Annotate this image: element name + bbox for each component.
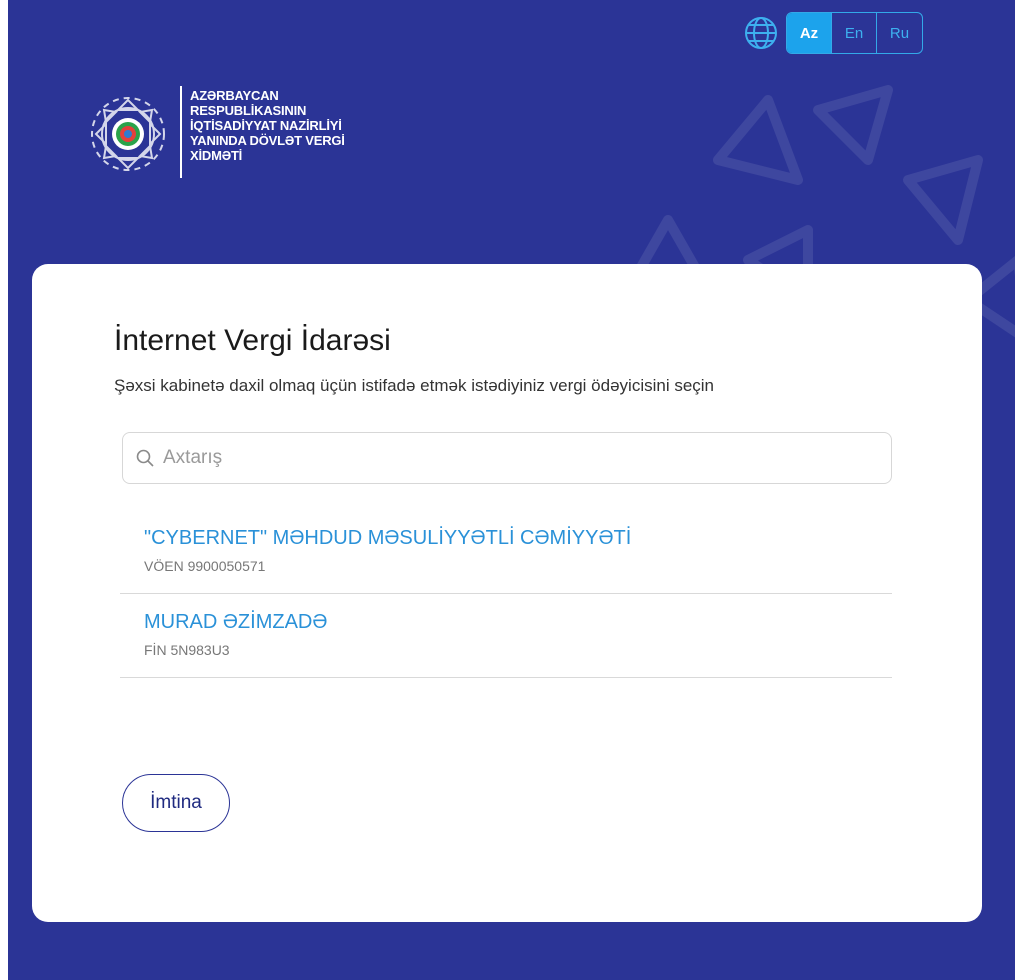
taxpayer-selection-card: İnternet Vergi İdarəsi Şəxsi kabinetə da… — [32, 264, 982, 922]
org-name-line: YANINDA DÖVLƏT VERGİ — [190, 133, 345, 148]
globe-icon[interactable] — [744, 16, 778, 50]
taxpayer-name[interactable]: MURAD ƏZİMZADƏ — [144, 610, 892, 634]
org-name-line: XİDMƏTİ — [190, 148, 243, 163]
organization-logo[interactable]: AZƏRBAYCAN RESPUBLİKASININ İQTİSADİYYAT … — [80, 86, 345, 182]
search-icon — [136, 449, 154, 467]
page-subtitle: Şəxsi kabinetə daxil olmaq üçün istifadə… — [114, 376, 715, 395]
state-emblem-logo — [91, 97, 165, 171]
taxpayer-name[interactable]: "CYBERNET" MƏHDUD MƏSULİYYƏTLİ CƏMİYYƏTİ — [144, 526, 892, 550]
taxpayer-item[interactable]: "CYBERNET" MƏHDUD MƏSULİYYƏTLİ CƏMİYYƏTİ… — [120, 508, 892, 594]
language-az-button[interactable]: Az — [787, 13, 832, 53]
taxpayer-id: FİN 5N983U3 — [144, 642, 230, 658]
taxpayer-id: VÖEN 9900050571 — [144, 558, 266, 574]
org-name-line: AZƏRBAYCAN — [190, 88, 279, 103]
search-input[interactable] — [161, 446, 865, 470]
language-en-button[interactable]: En — [832, 13, 877, 53]
language-switcher: Az En Ru — [744, 12, 923, 54]
logo-divider — [180, 86, 182, 178]
cancel-button[interactable]: İmtina — [122, 774, 230, 832]
language-button-group: Az En Ru — [786, 12, 923, 54]
language-ru-button[interactable]: Ru — [877, 13, 922, 53]
org-name-line: RESPUBLİKASININ — [190, 103, 307, 118]
org-name-line: İQTİSADİYYAT NAZİRLİYİ — [190, 118, 342, 133]
search-box[interactable] — [122, 432, 892, 484]
taxpayer-item[interactable]: MURAD ƏZİMZADƏ FİN 5N983U3 — [120, 594, 892, 678]
taxpayer-list: "CYBERNET" MƏHDUD MƏSULİYYƏTLİ CƏMİYYƏTİ… — [120, 508, 892, 678]
page-title: İnternet Vergi İdarəsi — [114, 324, 391, 357]
organization-name: AZƏRBAYCAN RESPUBLİKASININ İQTİSADİYYAT … — [190, 86, 345, 163]
